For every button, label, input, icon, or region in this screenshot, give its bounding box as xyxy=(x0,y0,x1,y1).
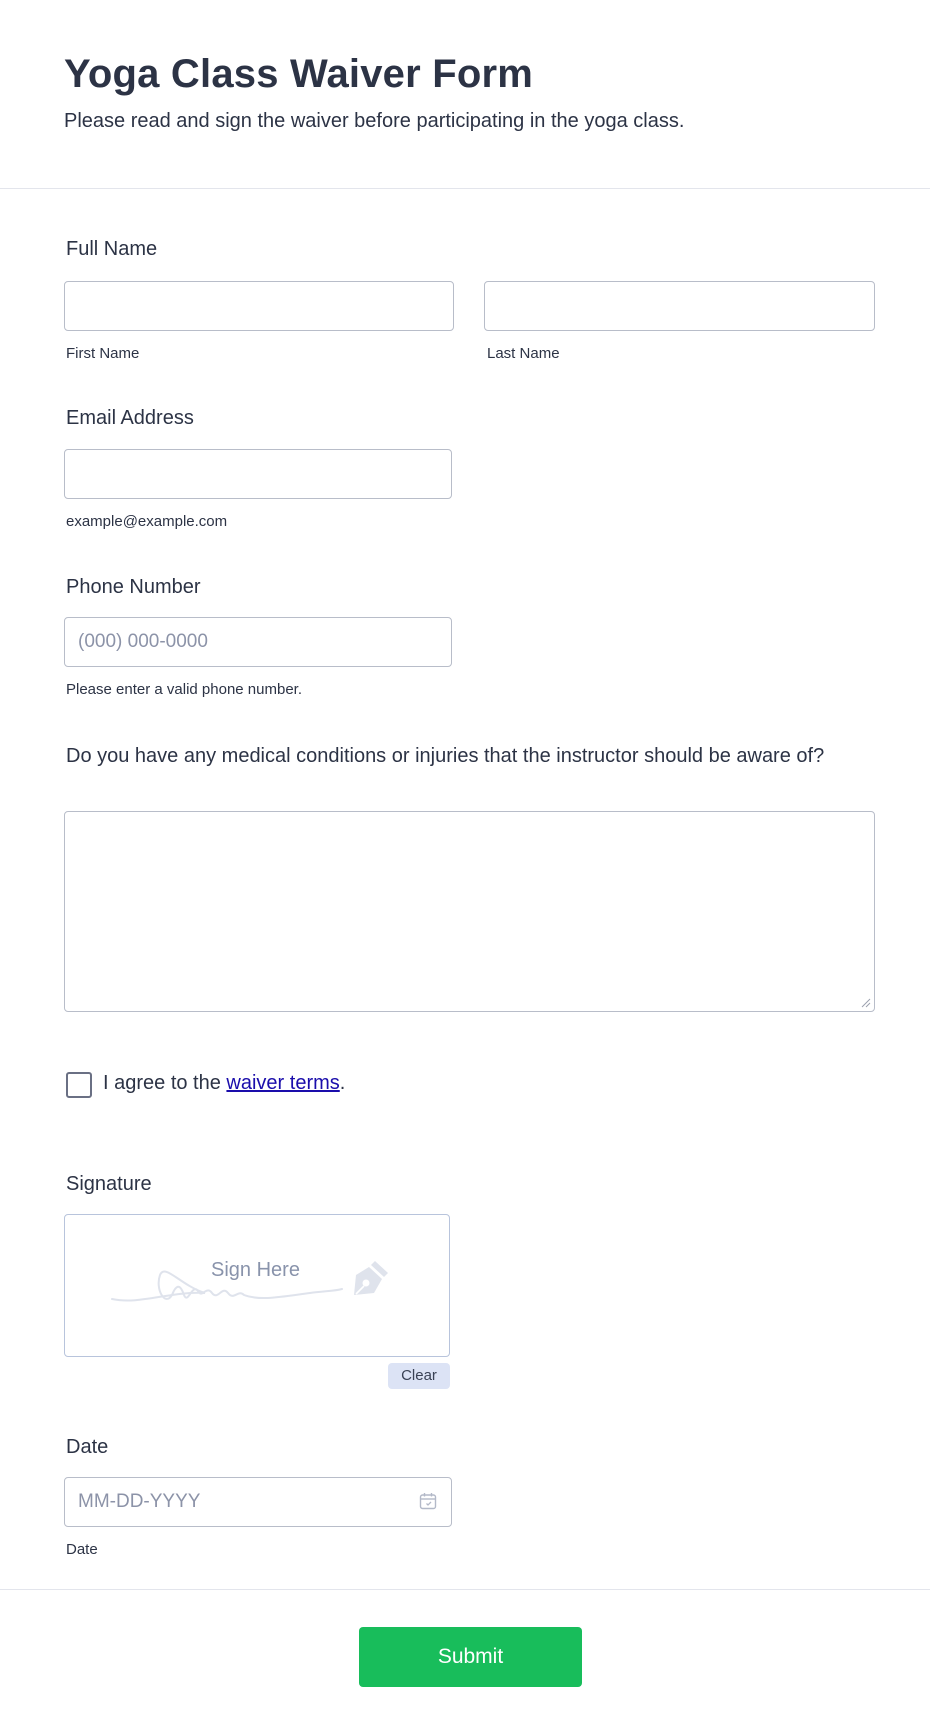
calendar-icon[interactable] xyxy=(419,1492,437,1510)
signature-pad[interactable]: Sign Here xyxy=(64,1214,450,1357)
date-input[interactable] xyxy=(64,1477,452,1527)
agreement-suffix: . xyxy=(339,1072,346,1094)
last-name-input[interactable] xyxy=(484,281,875,331)
full-name-label: Full Name xyxy=(66,238,158,260)
footer-divider xyxy=(0,1589,930,1590)
signature-label: Signature xyxy=(66,1173,152,1195)
email-input[interactable] xyxy=(64,449,452,499)
form-title: Yoga Class Waiver Form xyxy=(64,52,533,96)
phone-sublabel: Please enter a valid phone number. xyxy=(66,681,302,698)
first-name-sublabel: First Name xyxy=(66,345,140,362)
waiver-terms-link[interactable]: waiver terms xyxy=(226,1072,339,1094)
email-label: Email Address xyxy=(66,407,194,429)
first-name-input[interactable] xyxy=(64,281,454,331)
phone-input[interactable] xyxy=(64,617,452,667)
medical-label: Do you have any medical conditions or in… xyxy=(66,745,825,767)
resize-grip-icon[interactable] xyxy=(860,997,871,1008)
agreement-prefix: I agree to the xyxy=(103,1072,227,1094)
submit-button[interactable]: Submit xyxy=(359,1627,582,1687)
email-sublabel: example@example.com xyxy=(66,513,228,530)
clear-signature-button[interactable]: Clear xyxy=(388,1363,450,1389)
date-sublabel: Date xyxy=(66,1541,98,1558)
phone-label: Phone Number xyxy=(66,576,201,598)
form-subtitle: Please read and sign the waiver before p… xyxy=(64,110,685,132)
date-label: Date xyxy=(66,1436,109,1458)
last-name-sublabel: Last Name xyxy=(487,345,560,362)
medical-textarea[interactable] xyxy=(64,811,875,1012)
form-header: Yoga Class Waiver Form Please read and s… xyxy=(0,0,930,189)
waiver-checkbox[interactable] xyxy=(66,1072,92,1098)
sign-here-placeholder: Sign Here xyxy=(211,1259,300,1281)
pen-nib-icon xyxy=(354,1261,388,1295)
agreement-text: I agree to the waiver terms. xyxy=(103,1072,345,1095)
